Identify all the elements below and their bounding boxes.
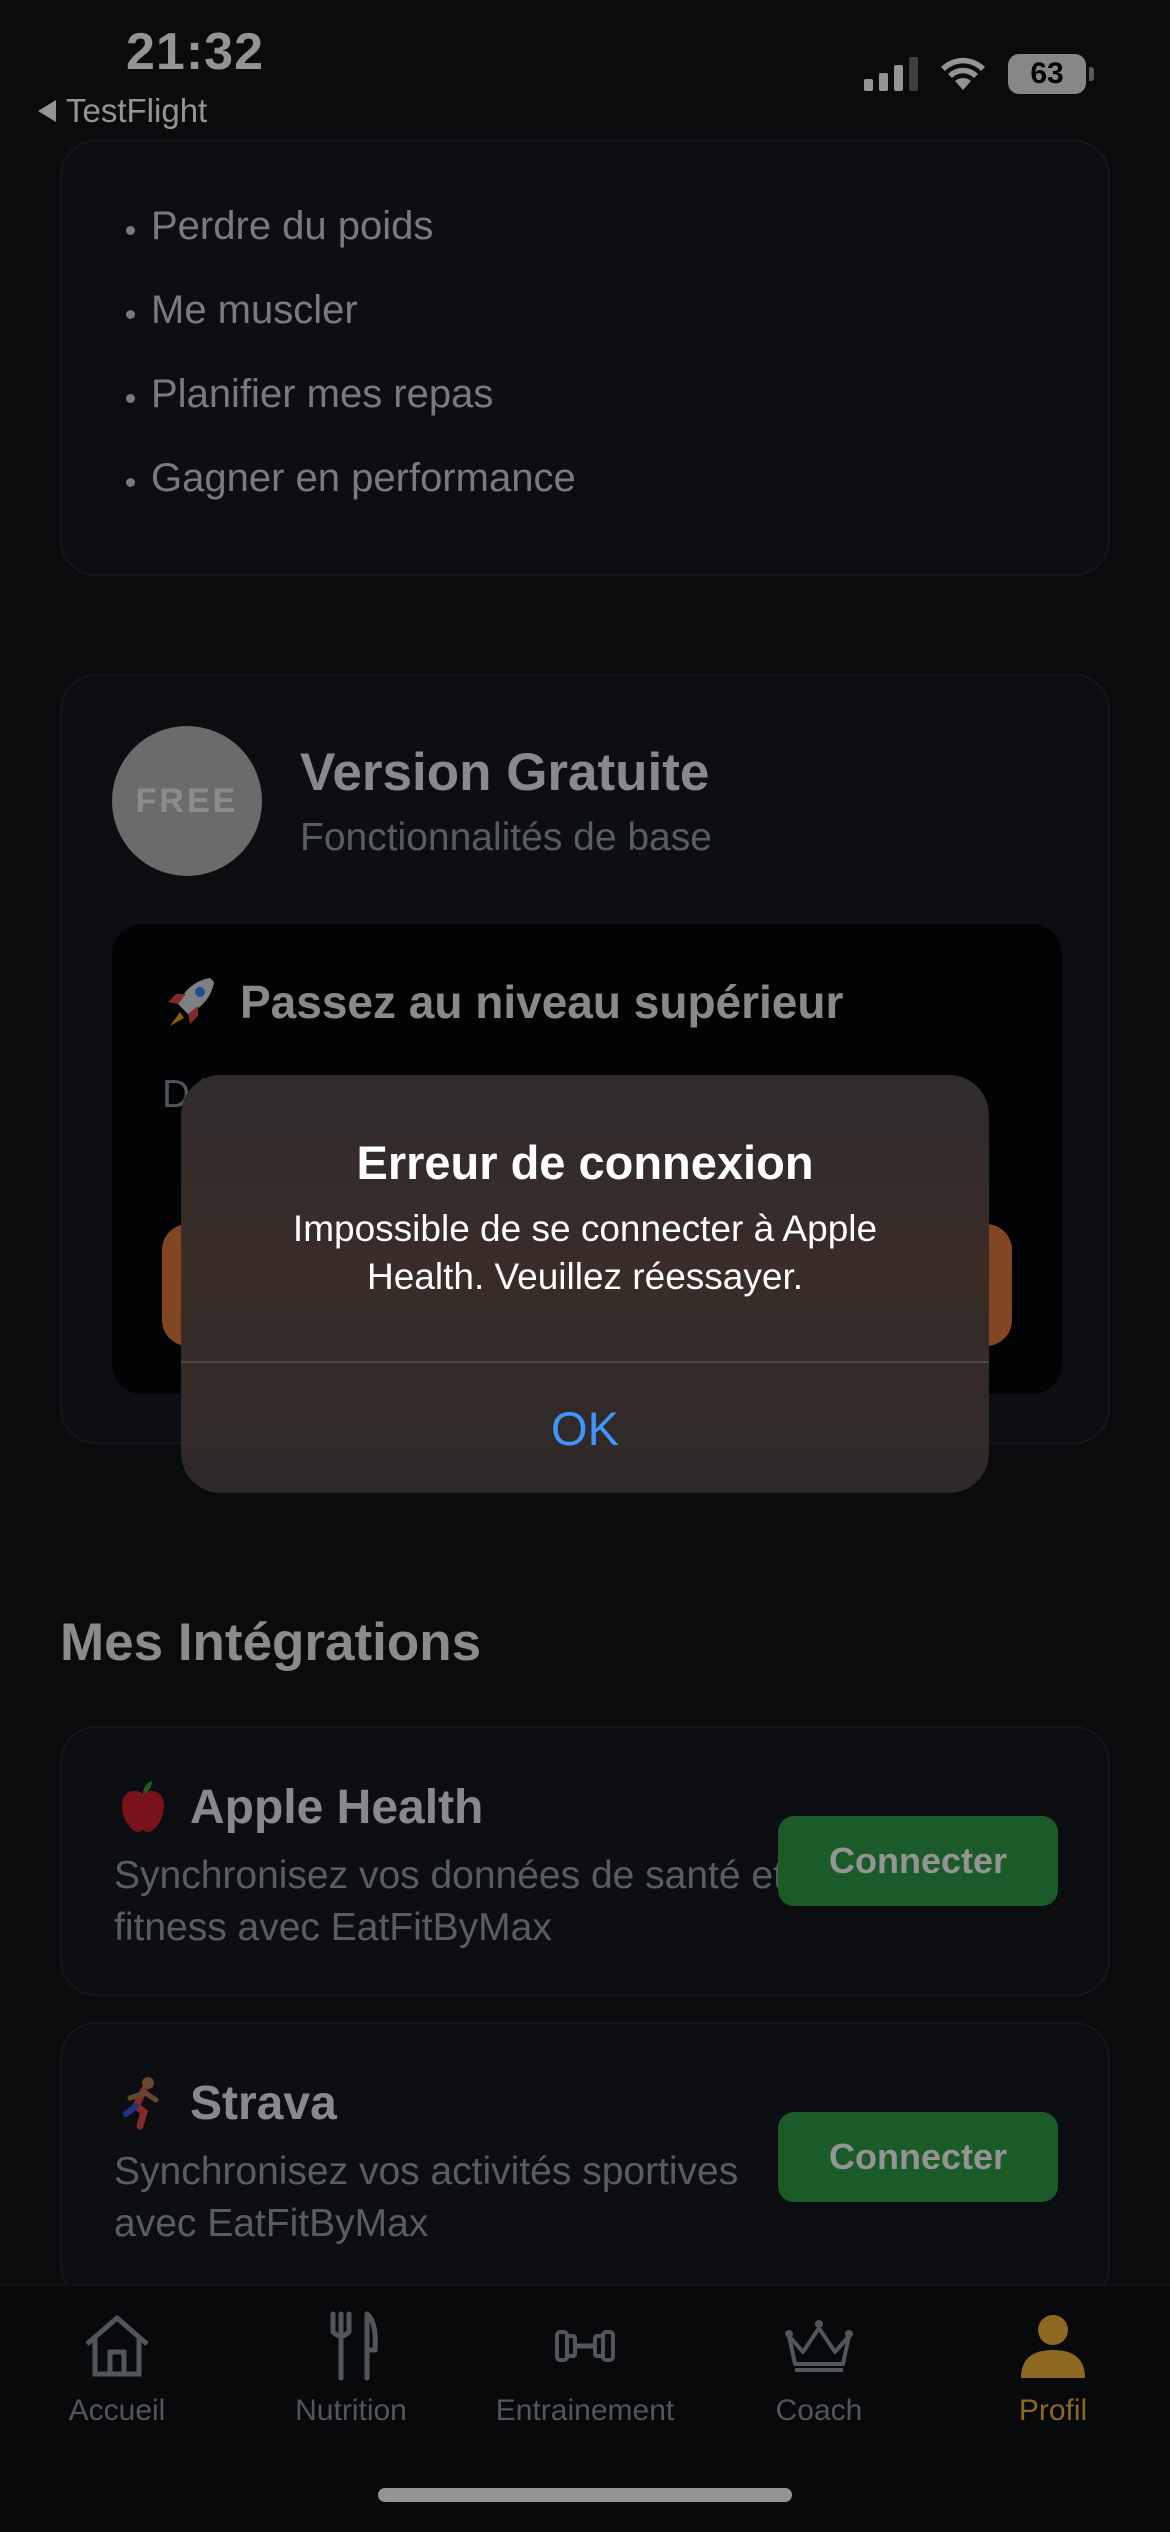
error-alert-dialog: Erreur de connexion Impossible de se con… — [181, 1075, 989, 1493]
app-screen: 21:32 TestFlight 63 Perdre du poids Me m… — [0, 0, 1170, 2532]
alert-ok-button[interactable]: OK — [181, 1363, 989, 1493]
alert-title: Erreur de connexion — [356, 1136, 814, 1189]
alert-message: Impossible de se connecter à Apple Healt… — [292, 1208, 878, 1297]
